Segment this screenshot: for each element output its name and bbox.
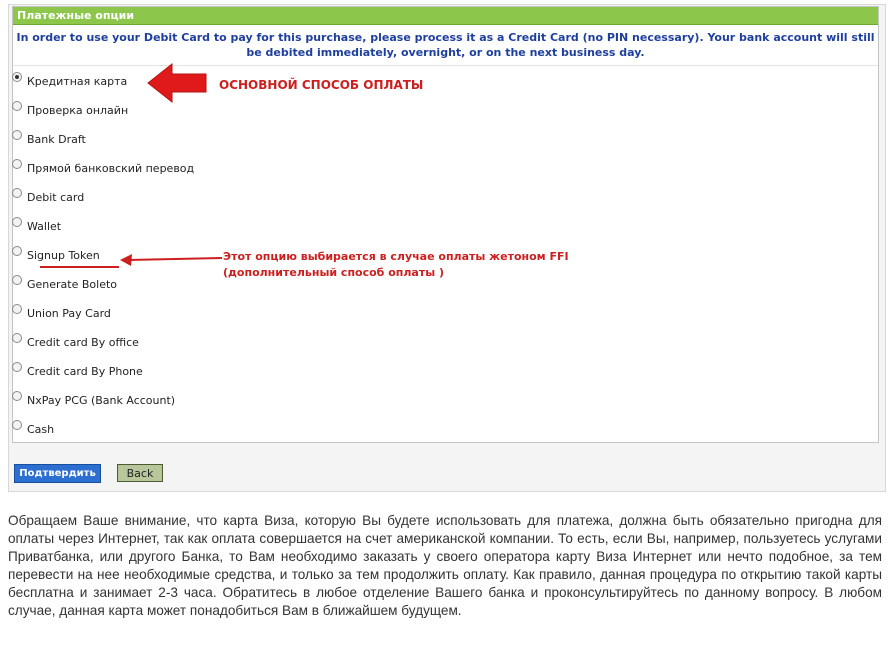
radio-debit-card[interactable] [12, 188, 22, 198]
option-label: NxPay PCG (Bank Account) [27, 394, 176, 407]
option-label: Кредитная карта [27, 75, 128, 88]
debit-card-notice: In order to use your Debit Card to pay f… [16, 31, 875, 59]
radio-wallet[interactable] [12, 217, 22, 227]
main-method-annotation: ОСНОВНОЙ СПОСОБ ОПЛАТЫ [219, 78, 424, 92]
notice-divider [13, 65, 878, 66]
option-label: Generate Boleto [27, 278, 118, 291]
back-button[interactable]: Back [117, 464, 163, 482]
radio-union-pay[interactable] [12, 304, 22, 314]
radio-generate-boleto[interactable] [12, 275, 22, 285]
confirm-button[interactable]: Подтвердить [14, 464, 101, 483]
radio-online-check[interactable] [12, 101, 22, 111]
option-label: Debit card [27, 191, 85, 204]
token-annotation-line2: (дополнительный способ оплаты ) [223, 266, 445, 279]
radio-credit-by-office[interactable] [12, 333, 22, 343]
radio-bank-draft[interactable] [12, 130, 22, 140]
option-label: Union Pay Card [27, 307, 111, 320]
token-annotation-line1: Этот опцию выбирается в случае оплаты же… [223, 250, 569, 263]
option-label: Signup Token [27, 249, 100, 262]
arrow-pointer-icon [120, 254, 223, 266]
arrow-left-icon [147, 62, 207, 104]
option-label: Проверка онлайн [27, 104, 129, 117]
option-label: Cash [27, 423, 55, 436]
option-label: Credit card By office [27, 336, 139, 349]
option-label: Wallet [27, 220, 62, 233]
radio-nxpay-pcg[interactable] [12, 391, 22, 401]
radio-bank-transfer[interactable] [12, 159, 22, 169]
signup-token-annotation: Этот опцию выбирается в случае оплаты же… [223, 249, 569, 281]
option-label: Bank Draft [27, 133, 86, 146]
radio-credit-by-phone[interactable] [12, 362, 22, 372]
signup-token-underline [40, 266, 119, 268]
option-label: Прямой банковский перевод [27, 162, 195, 175]
info-paragraph: Обращаем Ваше внимание, что карта Виза, … [8, 513, 882, 618]
radio-cash[interactable] [12, 420, 22, 430]
radio-credit-card[interactable] [12, 72, 22, 82]
panel-header: Платежные опции [13, 7, 878, 25]
option-label: Credit card By Phone [27, 365, 143, 378]
radio-signup-token[interactable] [12, 246, 22, 256]
